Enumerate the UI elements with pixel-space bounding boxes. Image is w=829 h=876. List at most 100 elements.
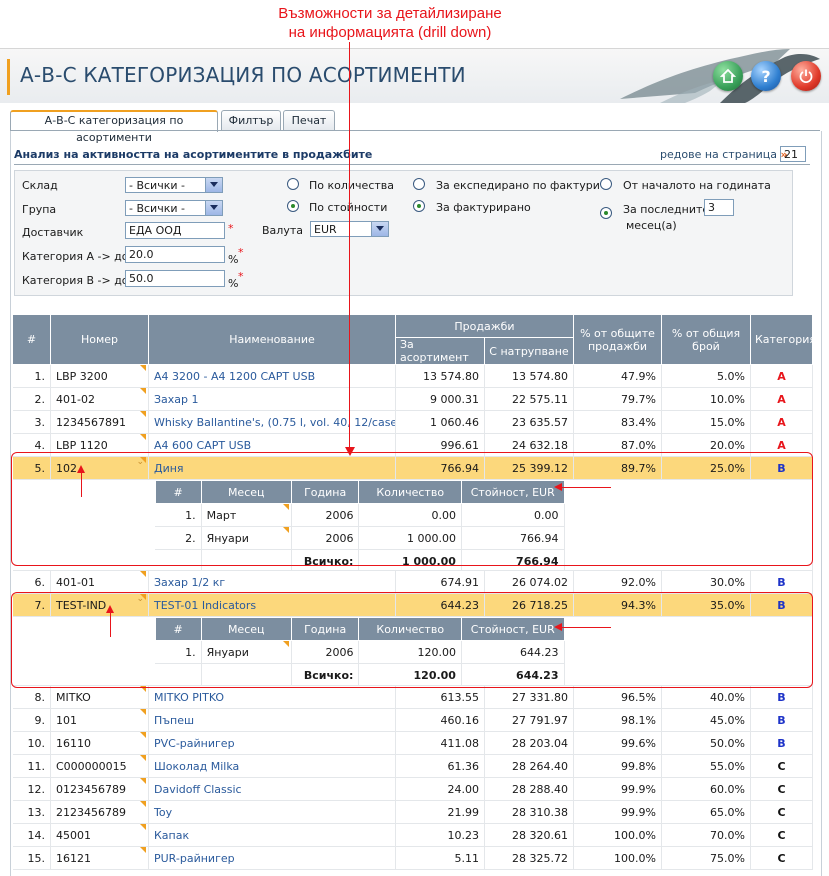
- table-row[interactable]: 15. 16121 PUR-райнигер 5.11 28 325.72 100.0% 7…: [12, 846, 813, 870]
- drill-down-marker-icon[interactable]: [140, 824, 146, 830]
- home-button[interactable]: [713, 61, 743, 91]
- item-code[interactable]: LBP 3200: [50, 364, 149, 388]
- drill-highlight-1: [11, 452, 813, 566]
- code-arrow-1: [77, 465, 85, 497]
- table-row[interactable]: 3. 1234567891 Whisky Ballantine's, (0.75 l…: [12, 410, 813, 434]
- item-code[interactable]: 1234567891: [50, 410, 149, 434]
- category-b-input[interactable]: 50.0: [125, 270, 225, 287]
- cumulative-value: 13 574.80: [484, 364, 574, 388]
- item-name-link[interactable]: PUR-райнигер: [148, 846, 396, 870]
- drill-down-marker-icon[interactable]: [140, 801, 146, 807]
- drill-down-marker-icon[interactable]: [140, 571, 146, 577]
- last-months-radio[interactable]: [600, 207, 612, 219]
- category-a-percent: %: [228, 253, 239, 266]
- col-header-category[interactable]: Категория: [750, 314, 816, 365]
- table-row[interactable]: 11. C000000015 Шоколад Milka 61.36 28 264.40…: [12, 754, 813, 778]
- by-value-radio[interactable]: [287, 200, 299, 212]
- invoiced-radio[interactable]: [413, 200, 425, 212]
- supplier-label: Доставчик: [22, 226, 84, 239]
- cumulative-value: 28 310.38: [484, 800, 574, 824]
- tab-abc-categorization[interactable]: А-В-С категоризация по асортименти: [10, 110, 218, 144]
- category-badge: B: [750, 708, 813, 732]
- item-code-text: 401-01: [56, 575, 95, 589]
- item-name-link[interactable]: Toy: [148, 800, 396, 824]
- annotation-text: Възможности за детайлизиране на информац…: [250, 4, 530, 42]
- warehouse-select[interactable]: - Всички -: [125, 177, 223, 193]
- item-code[interactable]: 2123456789: [50, 800, 149, 824]
- item-code[interactable]: MITKO: [50, 685, 149, 709]
- table-row[interactable]: 13. 2123456789 Toy 21.99 28 310.38 99.9% 65.0%…: [12, 800, 813, 824]
- col-header-num[interactable]: #: [12, 314, 51, 365]
- drill-down-marker-icon[interactable]: [140, 411, 146, 417]
- item-name-link[interactable]: A4 3200 - A4 1200 CAPT USB: [148, 364, 396, 388]
- pct-count: 30.0%: [661, 570, 751, 594]
- sales-value: 460.16: [395, 708, 485, 732]
- item-name-link[interactable]: Пъпеш: [148, 708, 396, 732]
- tab-print[interactable]: Печат: [283, 110, 335, 130]
- supplier-required-mark: *: [228, 222, 234, 235]
- sales-value: 10.23: [395, 823, 485, 847]
- item-name-link[interactable]: PVC-райнигер: [148, 731, 396, 755]
- item-code-text: 101: [56, 713, 77, 727]
- drill-down-marker-icon[interactable]: [140, 755, 146, 761]
- item-code[interactable]: 45001: [50, 823, 149, 847]
- drill-down-marker-icon[interactable]: [140, 778, 146, 784]
- col-header-pct-sales[interactable]: % от общите продажби: [573, 314, 662, 365]
- drill-arrow-1: [554, 483, 611, 491]
- table-row[interactable]: 10. 16110 PVC-райнигер 411.08 28 203.04 99.6%…: [12, 731, 813, 755]
- col-header-code[interactable]: Номер: [50, 314, 149, 365]
- item-code[interactable]: C000000015: [50, 754, 149, 778]
- item-name-link[interactable]: Капак: [148, 823, 396, 847]
- by-quantity-radio[interactable]: [287, 178, 299, 190]
- tab-filter[interactable]: Филтър: [221, 110, 281, 130]
- drill-down-marker-icon[interactable]: [140, 732, 146, 738]
- table-row[interactable]: 12. 0123456789 Davidoff Classic 24.00 28 288…: [12, 777, 813, 801]
- expedited-radio[interactable]: [413, 178, 425, 190]
- category-a-input[interactable]: 20.0: [125, 246, 225, 263]
- drill-down-marker-icon[interactable]: [140, 365, 146, 371]
- item-code[interactable]: 16121: [50, 846, 149, 870]
- item-name-link[interactable]: Шоколад Milka: [148, 754, 396, 778]
- table-row[interactable]: 8. MITKO MITKO PITKO 613.55 27 331.80 96.5% 40…: [12, 685, 813, 709]
- table-row[interactable]: 6. 401-01 Захар 1/2 кг 674.91 26 074.02 92.0%…: [12, 570, 813, 594]
- category-badge: A: [750, 410, 813, 434]
- item-code-text: 16110: [56, 736, 91, 750]
- table-row[interactable]: 14. 45001 Капак 10.23 28 320.61 100.0% 70.0% C: [12, 823, 813, 847]
- item-code[interactable]: 401-01: [50, 570, 149, 594]
- drill-arrow-2: [554, 623, 611, 631]
- group-select[interactable]: - Всички -: [125, 200, 223, 216]
- ytd-radio[interactable]: [600, 178, 612, 190]
- pct-sales: 98.1%: [573, 708, 662, 732]
- item-name-link[interactable]: Захар 1: [148, 387, 396, 411]
- logout-button[interactable]: [791, 61, 821, 91]
- drill-highlight-2: [11, 592, 813, 688]
- item-code[interactable]: 16110: [50, 731, 149, 755]
- drill-down-marker-icon[interactable]: [140, 709, 146, 715]
- item-name-link[interactable]: MITKO PITKO: [148, 685, 396, 709]
- supplier-input[interactable]: ЕДА ООД: [125, 222, 225, 239]
- col-header-pct-count[interactable]: % от общия брой: [661, 314, 751, 365]
- drill-down-marker-icon[interactable]: [140, 434, 146, 440]
- table-row[interactable]: 9. 101 Пъпеш 460.16 27 791.97 98.1% 45.0% B: [12, 708, 813, 732]
- table-row[interactable]: 2. 401-02 Захар 19 000.31 22 575.11 79.7% 10.…: [12, 387, 813, 411]
- rows-per-page-input[interactable]: 21: [780, 146, 806, 162]
- item-name-link[interactable]: Davidoff Classic: [148, 777, 396, 801]
- item-name-link[interactable]: Whisky Ballantine's, (0.75 l, vol. 40, 1…: [148, 410, 396, 434]
- cumulative-value: 26 074.02: [484, 570, 574, 594]
- header-accent-bar: [7, 59, 10, 95]
- drill-down-marker-icon[interactable]: [140, 847, 146, 853]
- item-code[interactable]: 401-02: [50, 387, 149, 411]
- drill-down-marker-icon[interactable]: [140, 388, 146, 394]
- help-button[interactable]: ?: [751, 61, 781, 91]
- last-months-input[interactable]: 3: [704, 199, 734, 216]
- table-row[interactable]: 1. LBP 3200 A4 3200 - A4 1200 CAPT USB 13 5…: [12, 364, 813, 388]
- warehouse-value: - Всички -: [129, 179, 185, 192]
- item-name-link[interactable]: Захар 1/2 кг: [148, 570, 396, 594]
- item-code-text: 0123456789: [56, 782, 126, 796]
- row-number: 12.: [12, 777, 51, 801]
- item-code[interactable]: 0123456789: [50, 777, 149, 801]
- col-header-sales-item[interactable]: За асортимент: [395, 337, 485, 365]
- col-header-name[interactable]: Наименование: [148, 314, 396, 365]
- col-header-sales-cumulative[interactable]: С натрупване: [484, 337, 574, 365]
- item-code[interactable]: 101: [50, 708, 149, 732]
